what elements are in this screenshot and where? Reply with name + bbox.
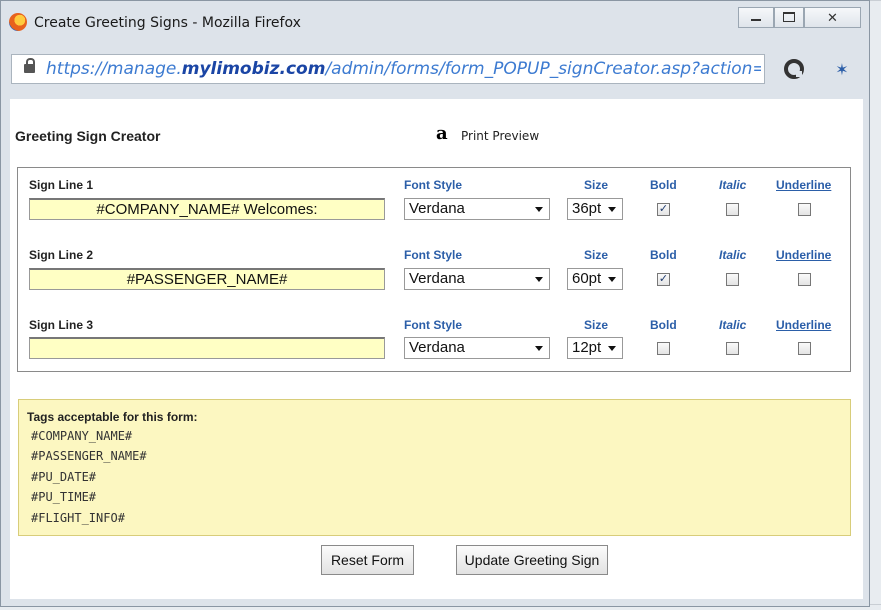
- underline-header: Underline: [776, 248, 832, 262]
- bold-checkbox-2[interactable]: ✓: [657, 273, 670, 286]
- font-style-select-1[interactable]: Verdana: [404, 198, 550, 220]
- size-header: Size: [584, 248, 609, 262]
- close-icon: ✕: [827, 10, 838, 25]
- print-preview-icon[interactable]: a: [436, 124, 454, 144]
- size-header: Size: [584, 318, 609, 332]
- sign-line-1-input[interactable]: #COMPANY_NAME# Welcomes:: [29, 198, 385, 220]
- accessibility-icon[interactable]: ✶: [831, 58, 853, 80]
- print-preview-link[interactable]: Print Preview: [461, 129, 539, 143]
- font-style-header: Font Style: [404, 248, 463, 262]
- size-value: 12pt: [572, 339, 602, 356]
- underline-checkbox-2[interactable]: [798, 273, 811, 286]
- tags-box: Tags acceptable for this form: #COMPANY_…: [18, 399, 851, 536]
- bold-header: Bold: [650, 178, 677, 192]
- font-style-header: Font Style: [404, 318, 463, 332]
- size-value: 60pt: [572, 270, 602, 287]
- underline-checkbox-3[interactable]: [798, 342, 811, 355]
- dropdown-arrow-icon: [608, 346, 616, 351]
- address-bar[interactable]: https://manage.mylimobiz.com/admin/forms…: [11, 54, 765, 84]
- page-title: Greeting Sign Creator: [15, 128, 161, 144]
- dropdown-arrow-icon: [535, 277, 543, 282]
- underline-header: Underline: [776, 178, 832, 192]
- font-style-header: Font Style: [404, 178, 463, 192]
- italic-header: Italic: [719, 318, 747, 332]
- size-select-2[interactable]: 60pt: [567, 268, 623, 290]
- tag-item: #PASSENGER_NAME#: [31, 449, 147, 463]
- svg-text:✶: ✶: [835, 60, 848, 79]
- italic-checkbox-1[interactable]: [726, 203, 739, 216]
- close-button[interactable]: ✕: [804, 7, 861, 28]
- dropdown-arrow-icon: [535, 346, 543, 351]
- tag-item: #FLIGHT_INFO#: [31, 511, 125, 525]
- italic-header: Italic: [719, 248, 747, 262]
- extension-icon[interactable]: [783, 58, 805, 80]
- update-greeting-sign-button[interactable]: Update Greeting Sign: [456, 545, 608, 575]
- url-path: /admin/forms/form_POPUP_signCreator.asp?…: [325, 59, 761, 79]
- tag-item: #PU_DATE#: [31, 470, 97, 484]
- bold-header: Bold: [650, 318, 677, 332]
- form-content: Greeting Sign Creator a Print Preview Si…: [10, 99, 863, 599]
- size-select-3[interactable]: 12pt: [567, 337, 623, 359]
- popup-window: Create Greeting Signs - Mozilla Firefox …: [0, 0, 870, 607]
- window-title: Create Greeting Signs - Mozilla Firefox: [34, 15, 301, 31]
- bold-checkbox-3[interactable]: [657, 342, 670, 355]
- dropdown-arrow-icon: [608, 207, 616, 212]
- minimize-icon: [751, 19, 761, 22]
- font-style-value: Verdana: [409, 270, 465, 287]
- sign-line-3-label: Sign Line 3: [29, 318, 94, 332]
- sign-lines-panel: Sign Line 1 Font Style Size Bold Italic …: [17, 167, 851, 372]
- font-style-value: Verdana: [409, 339, 465, 356]
- size-select-1[interactable]: 36pt: [567, 198, 623, 220]
- firefox-icon: [9, 13, 27, 31]
- sign-line-2-input[interactable]: #PASSENGER_NAME#: [29, 268, 385, 290]
- maximize-button[interactable]: [774, 7, 804, 28]
- bold-checkbox-1[interactable]: ✓: [657, 203, 670, 216]
- font-style-value: Verdana: [409, 200, 465, 217]
- tags-title: Tags acceptable for this form:: [27, 410, 198, 424]
- url-domain: mylimobiz.com: [181, 59, 326, 79]
- sign-line-3-input[interactable]: [29, 337, 385, 359]
- sign-line-2-label: Sign Line 2: [29, 248, 94, 262]
- italic-checkbox-2[interactable]: [726, 273, 739, 286]
- minimize-button[interactable]: [738, 7, 774, 28]
- italic-header: Italic: [719, 178, 747, 192]
- dropdown-arrow-icon: [535, 207, 543, 212]
- tag-item: #COMPANY_NAME#: [31, 429, 133, 443]
- maximize-icon: [783, 12, 795, 23]
- size-header: Size: [584, 178, 609, 192]
- url-prefix: https://manage.: [46, 59, 182, 79]
- sign-line-1-label: Sign Line 1: [29, 178, 94, 192]
- underline-checkbox-1[interactable]: [798, 203, 811, 216]
- bold-header: Bold: [650, 248, 677, 262]
- lock-icon: [24, 58, 35, 73]
- dropdown-arrow-icon: [608, 277, 616, 282]
- underline-header: Underline: [776, 318, 832, 332]
- url-text[interactable]: https://manage.mylimobiz.com/admin/forms…: [46, 59, 761, 79]
- font-style-select-3[interactable]: Verdana: [404, 337, 550, 359]
- title-bar: Create Greeting Signs - Mozilla Firefox …: [1, 1, 869, 41]
- size-value: 36pt: [572, 200, 602, 217]
- reset-form-button[interactable]: Reset Form: [321, 545, 414, 575]
- font-style-select-2[interactable]: Verdana: [404, 268, 550, 290]
- tag-item: #PU_TIME#: [31, 490, 97, 504]
- italic-checkbox-3[interactable]: [726, 342, 739, 355]
